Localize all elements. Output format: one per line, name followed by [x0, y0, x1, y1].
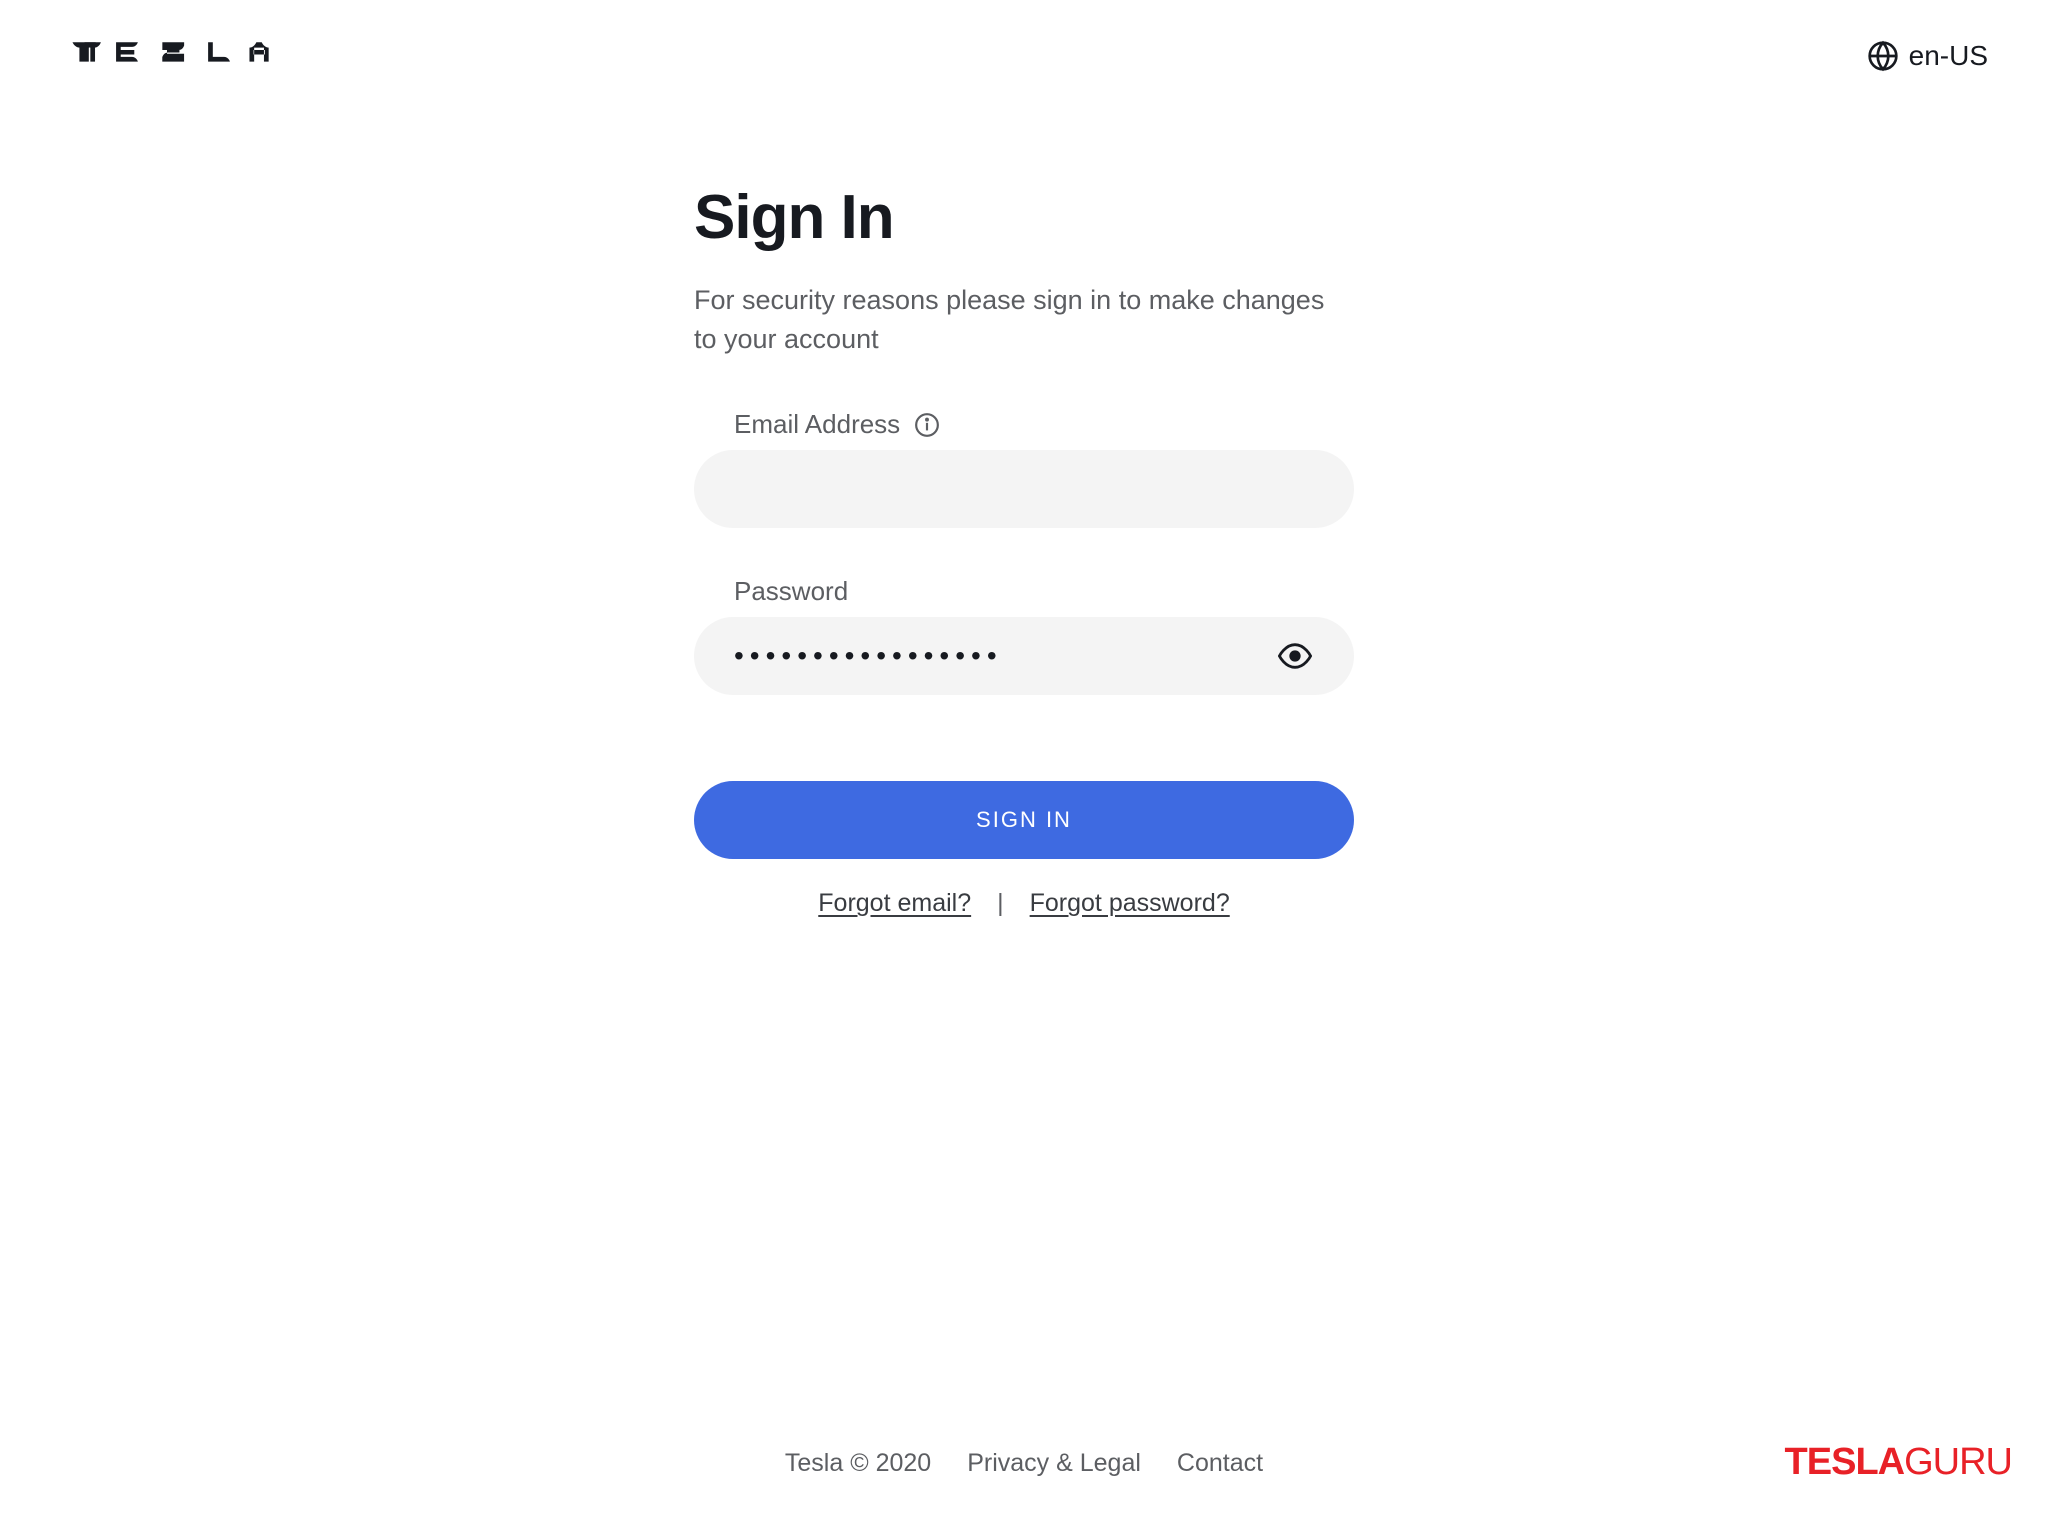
locale-label: en-US [1909, 40, 1988, 72]
info-icon[interactable] [914, 412, 940, 438]
help-links: Forgot email? | Forgot password? [694, 889, 1354, 918]
password-input[interactable] [694, 617, 1354, 695]
footer-copyright[interactable]: Tesla © 2020 [785, 1449, 931, 1478]
watermark-bold: TESLA [1785, 1441, 1905, 1483]
header: en-US [0, 0, 2048, 72]
tesla-logo [70, 42, 290, 70]
page-subtitle: For security reasons please sign in to m… [694, 281, 1354, 359]
signin-button[interactable]: SIGN IN [694, 781, 1354, 859]
email-label: Email Address [734, 409, 900, 440]
watermark-light: GURU [1904, 1441, 2012, 1483]
page-title: Sign In [694, 182, 1354, 253]
footer-privacy[interactable]: Privacy & Legal [967, 1449, 1141, 1478]
password-label: Password [734, 576, 848, 607]
globe-icon [1867, 40, 1899, 72]
footer-contact[interactable]: Contact [1177, 1449, 1263, 1478]
toggle-password-visibility[interactable] [1272, 633, 1318, 679]
watermark: TESLAGURU [1785, 1441, 2012, 1484]
forgot-email-link[interactable]: Forgot email? [818, 889, 971, 918]
link-divider: | [997, 889, 1004, 918]
locale-selector[interactable]: en-US [1867, 40, 1988, 72]
password-group: Password [694, 576, 1354, 695]
tesla-wordmark-icon [70, 42, 290, 64]
signin-form: Sign In For security reasons please sign… [694, 182, 1354, 918]
eye-icon [1278, 639, 1312, 673]
email-input[interactable] [694, 450, 1354, 528]
email-group: Email Address [694, 409, 1354, 528]
footer: Tesla © 2020 Privacy & Legal Contact [0, 1449, 2048, 1478]
forgot-password-link[interactable]: Forgot password? [1030, 889, 1230, 918]
